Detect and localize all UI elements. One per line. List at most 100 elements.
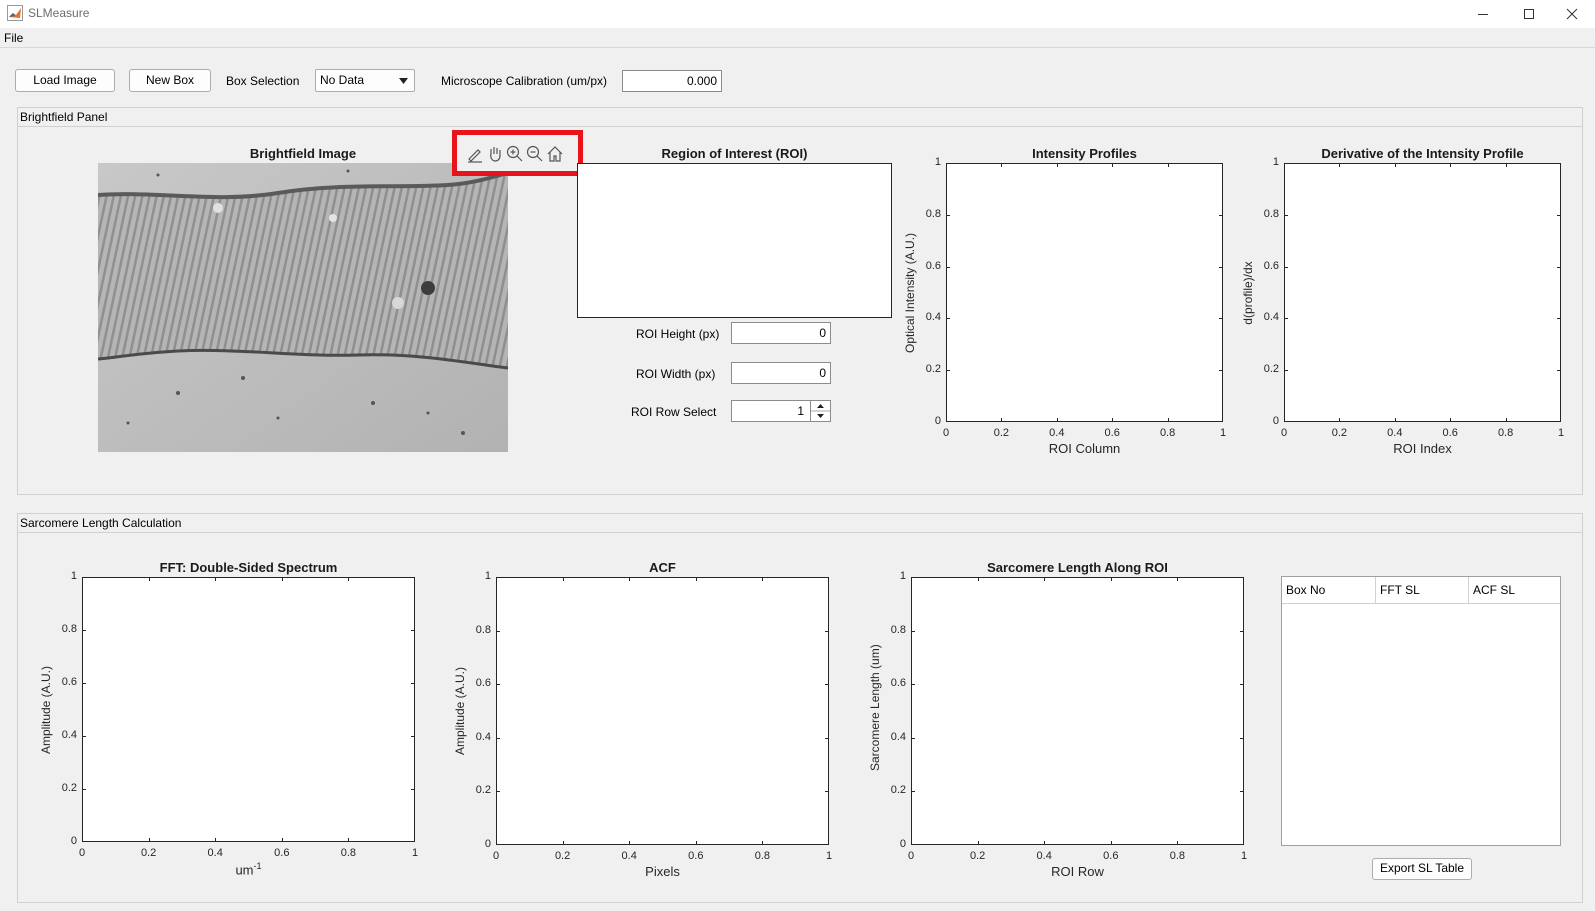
panel-divider	[17, 532, 1583, 533]
roi-height-field[interactable]: 0	[731, 322, 831, 344]
table-header-box-no[interactable]: Box No	[1282, 577, 1376, 604]
box-selection-value: No Data	[320, 73, 365, 87]
roi-width-label: ROI Width (px)	[636, 367, 716, 381]
intensity-profiles-axes[interactable]	[946, 163, 1223, 422]
zoom-out-icon[interactable]	[526, 145, 544, 163]
panel-divider	[17, 126, 1583, 127]
derivative-profile-xlabel-text: ROI Index	[1393, 441, 1452, 456]
window-title: SLMeasure	[28, 6, 90, 20]
menu-bar	[0, 28, 1595, 48]
x-tick-mark	[1339, 163, 1341, 167]
y-tick-label: 0.2	[1263, 363, 1279, 376]
spinner-up-icon	[817, 404, 824, 408]
roi-title: Region of Interest (ROI)	[661, 146, 808, 161]
roi-row-spinner[interactable]	[810, 400, 831, 422]
y-tick-label: 0.2	[925, 363, 941, 376]
y-tick-label: 0.4	[925, 311, 941, 324]
y-tick-label: 0.4	[1263, 311, 1279, 324]
intensity-profiles-title: Intensity Profiles	[1032, 146, 1137, 161]
y-tick-mark	[1284, 318, 1288, 320]
roi-axes[interactable]	[577, 163, 892, 318]
x-tick-mark	[1112, 418, 1114, 422]
table-header-fft-sl[interactable]: FFT SL	[1376, 577, 1469, 604]
calibration-field[interactable]: 0.000	[622, 70, 722, 92]
roi-row-select-field[interactable]: 1	[731, 400, 811, 422]
x-tick-label: 0.4	[1387, 427, 1403, 439]
y-tick-mark	[1557, 214, 1561, 216]
x-tick-mark	[1505, 418, 1507, 422]
x-tick-label: 0.8	[1159, 427, 1176, 439]
y-tick-mark	[1557, 266, 1561, 268]
x-tick-mark	[1450, 163, 1452, 167]
y-tick-mark	[1219, 214, 1223, 216]
matlab-icon	[7, 5, 23, 21]
pan-icon[interactable]	[486, 145, 504, 163]
x-tick-label: 0.4	[1049, 427, 1065, 439]
x-tick-mark	[1001, 418, 1003, 422]
roi-height-label: ROI Height (px)	[636, 327, 720, 341]
y-tick-label: 0.8	[1263, 207, 1279, 220]
y-tick-label: 0.8	[925, 207, 941, 220]
x-tick-label: 1	[1557, 427, 1565, 439]
derivative-profile-title: Derivative of the Intensity Profile	[1321, 146, 1524, 161]
x-tick-label: 0.6	[1442, 427, 1458, 439]
brush-icon[interactable]	[466, 145, 484, 163]
x-tick-label: 0.2	[1331, 427, 1348, 439]
x-tick-label: 0.2	[993, 427, 1010, 439]
y-tick-mark	[1557, 370, 1561, 372]
spinner-down-icon	[817, 414, 824, 418]
close-button[interactable]	[1549, 0, 1595, 28]
y-tick-mark	[1219, 370, 1223, 372]
box-selection-dropdown[interactable]: No Data	[315, 69, 415, 92]
dropdown-arrow-icon	[399, 78, 408, 84]
brightfield-panel-title: Brightfield Panel	[20, 110, 108, 124]
x-tick-mark	[1001, 163, 1003, 167]
box-selection-label: Box Selection	[226, 74, 300, 88]
y-tick-mark	[946, 266, 950, 268]
y-tick-label: 0	[1272, 415, 1279, 427]
y-tick-mark	[1219, 266, 1223, 268]
y-tick-mark	[1557, 318, 1561, 320]
menu-file[interactable]: File	[4, 31, 23, 45]
minimize-icon	[1478, 14, 1488, 15]
x-tick-mark	[1450, 418, 1452, 422]
maximize-button[interactable]	[1506, 0, 1552, 28]
roi-width-field[interactable]: 0	[731, 362, 831, 384]
x-tick-mark	[1505, 163, 1507, 167]
derivative-profile-axes[interactable]	[1284, 163, 1561, 422]
axes-toolbar	[452, 130, 583, 176]
minimize-button[interactable]	[1460, 0, 1506, 28]
y-tick-mark	[946, 214, 950, 216]
y-tick-label: 0.6	[925, 259, 941, 272]
maximize-icon	[1524, 9, 1534, 19]
y-tick-mark	[1284, 214, 1288, 216]
y-tick-mark	[1284, 266, 1288, 268]
x-tick-mark	[1056, 418, 1058, 422]
derivative-profile-xlabel: ROI Index	[1284, 441, 1561, 456]
calibration-label: Microscope Calibration (um/px)	[441, 74, 608, 88]
y-tick-label: 0	[934, 415, 941, 427]
title-bar	[0, 0, 1595, 28]
export-sl-table-button[interactable]: Export SL Table	[1372, 858, 1472, 880]
intensity-profiles-ylabel: Optical Intensity (A.U.)	[903, 232, 917, 353]
intensity-profiles-xlabel: ROI Column	[946, 441, 1223, 456]
x-tick-label: 0.8	[1497, 427, 1514, 439]
intensity-profiles-xlabel-text: ROI Column	[1048, 441, 1121, 456]
x-tick-mark	[1167, 418, 1169, 422]
home-icon[interactable]	[546, 145, 564, 163]
y-tick-label: 1	[934, 156, 941, 168]
zoom-in-icon[interactable]	[506, 145, 524, 163]
y-tick-label: 0.6	[1263, 259, 1279, 272]
x-tick-label: 0	[942, 427, 950, 439]
table-header-acf-sl[interactable]: ACF SL	[1469, 577, 1560, 604]
x-tick-label: 0.6	[1104, 427, 1120, 439]
sarcomere-panel-title: Sarcomere Length Calculation	[20, 516, 182, 530]
sl-table[interactable]: Box No FFT SL ACF SL	[1281, 576, 1561, 846]
new-box-button[interactable]: New Box	[129, 69, 211, 92]
load-image-button[interactable]: Load Image	[15, 69, 115, 92]
y-tick-mark	[946, 370, 950, 372]
x-tick-mark	[1167, 163, 1169, 167]
x-tick-label: 0	[1280, 427, 1288, 439]
brightfield-image[interactable]	[98, 163, 508, 452]
y-tick-mark	[946, 318, 950, 320]
